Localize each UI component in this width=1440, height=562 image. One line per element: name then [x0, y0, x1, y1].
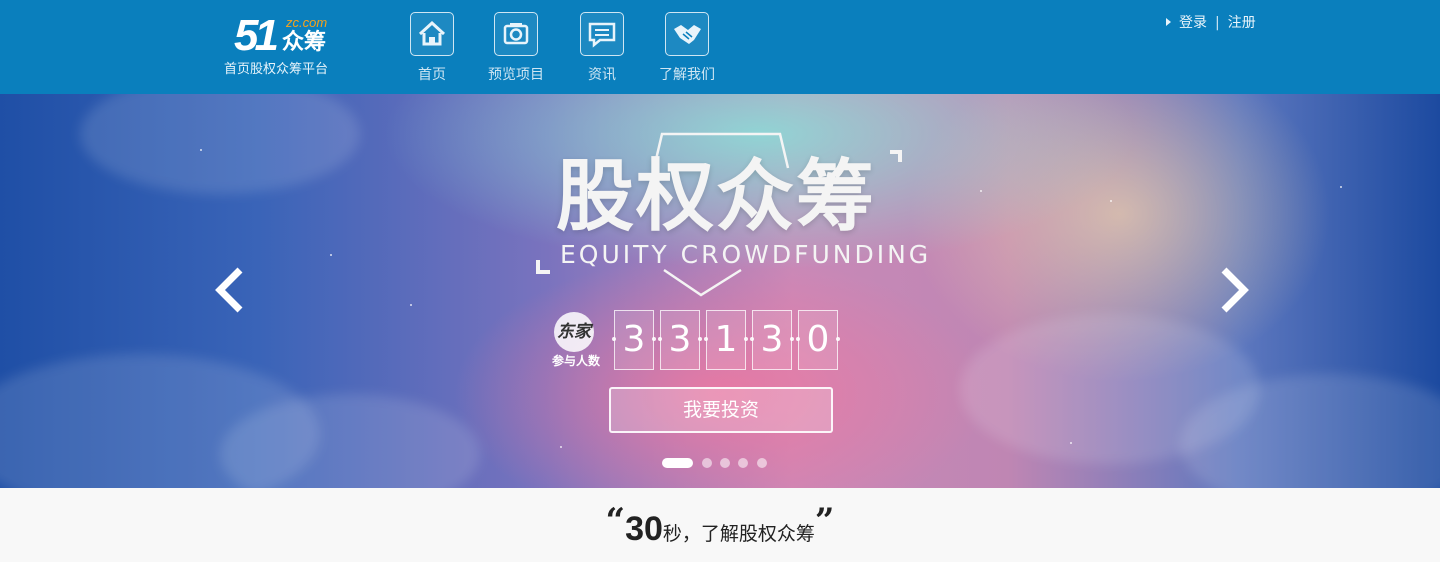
site-header: 51 zc.com 众筹 首页股权众筹平台 首页 预览项目 资讯 了解我们 登录…: [0, 0, 1440, 94]
chat-icon: [580, 12, 624, 56]
carousel-dot[interactable]: [757, 458, 767, 468]
carousel-dot[interactable]: [702, 458, 712, 468]
nav-label: 首页: [418, 67, 446, 83]
nav-label: 预览项目: [488, 67, 544, 83]
section-heading: “30秒，了解股权众筹”: [0, 504, 1440, 554]
nav-label: 了解我们: [659, 67, 715, 83]
login-link[interactable]: 登录: [1179, 15, 1207, 31]
star-decoration: [1340, 186, 1342, 188]
cloud-decoration: [80, 94, 360, 194]
logo-wordmark: 众筹: [282, 30, 327, 55]
hero-title: 股权众筹: [556, 152, 877, 242]
slogan-number: 30: [625, 510, 663, 548]
counter-digit: 0: [796, 310, 840, 370]
counter-digit: 1: [704, 310, 748, 370]
star-decoration: [1110, 200, 1112, 202]
close-quote: ”: [814, 501, 835, 541]
counter-digit: 3: [612, 310, 656, 370]
carousel-dot[interactable]: [662, 458, 693, 468]
open-quote: “: [605, 501, 626, 541]
chevron-left-icon: [215, 267, 243, 313]
nav-item-about[interactable]: 了解我们: [647, 12, 727, 84]
logo-tagline: 首页股权众筹平台: [224, 62, 329, 77]
slogan-text: 秒，了解股权众筹: [662, 523, 815, 545]
auth-separator: |: [1215, 15, 1220, 31]
home-icon: [410, 12, 454, 56]
counter-digit: 3: [750, 310, 794, 370]
logo-domain: zc.com: [286, 15, 328, 30]
intro-section: “30秒，了解股权众筹”: [0, 488, 1440, 562]
nav-item-news[interactable]: 资讯: [562, 12, 642, 84]
nav-item-preview-projects[interactable]: 预览项目: [476, 12, 556, 84]
star-decoration: [1070, 442, 1072, 444]
carousel-next-button[interactable]: [1214, 262, 1254, 318]
counter-digit: 3: [658, 310, 702, 370]
auth-links: 登录 | 注册: [1166, 14, 1256, 32]
nav-label: 资讯: [588, 67, 616, 83]
chevron-right-icon: [1221, 267, 1249, 313]
star-decoration: [410, 304, 412, 306]
star-decoration: [330, 254, 332, 256]
star-decoration: [200, 149, 202, 151]
star-decoration: [560, 446, 562, 448]
carousel-dot[interactable]: [720, 458, 730, 468]
camera-icon: [494, 12, 538, 56]
handshake-icon: [665, 12, 709, 56]
site-logo[interactable]: 51 zc.com 众筹 首页股权众筹平台: [224, 12, 344, 82]
nav-item-home[interactable]: 首页: [392, 12, 472, 84]
register-link[interactable]: 注册: [1228, 15, 1256, 31]
hero-carousel: 股权众筹 EQUITY CROWDFUNDING 东家 参与人数 3 3 1 3…: [0, 94, 1440, 488]
counter-label: 参与人数: [552, 354, 601, 368]
logo-mark: 51: [234, 11, 279, 60]
carousel-prev-button[interactable]: [210, 262, 250, 318]
carousel-dot[interactable]: [738, 458, 748, 468]
star-decoration: [980, 190, 982, 192]
invest-button[interactable]: 我要投资: [609, 387, 833, 433]
caret-right-icon: [1166, 18, 1171, 26]
dongjia-badge: 东家: [554, 312, 594, 352]
hero-subtitle: EQUITY CROWDFUNDING: [560, 240, 932, 269]
